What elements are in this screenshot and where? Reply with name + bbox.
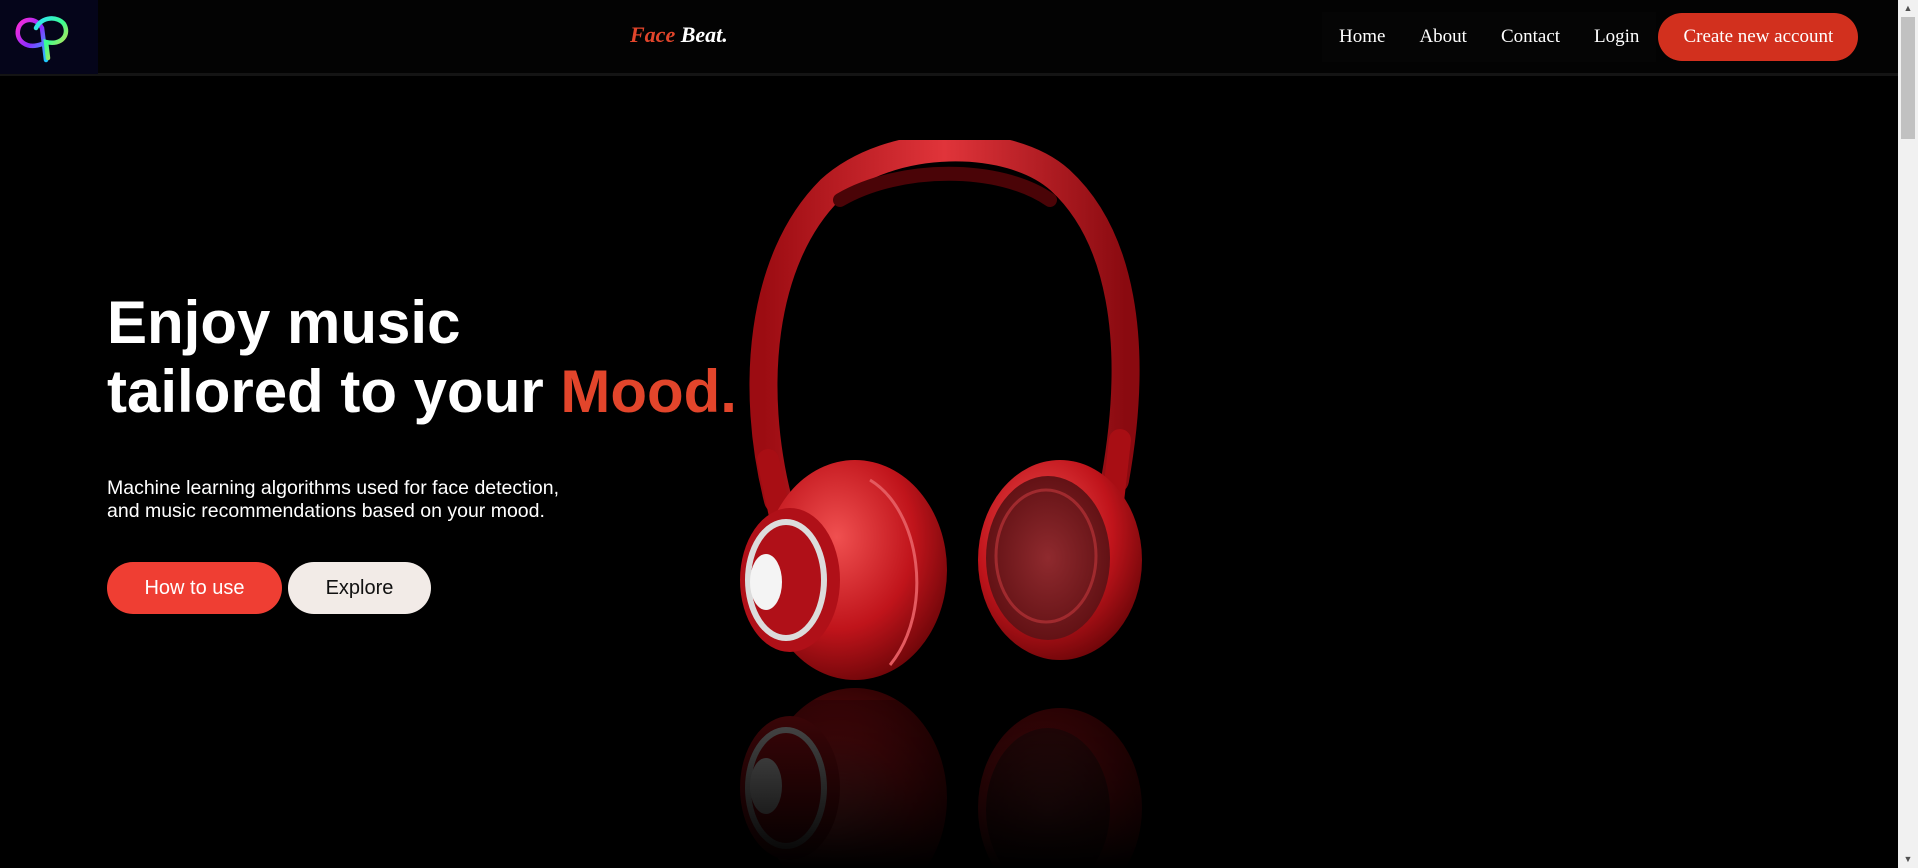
nav-about-link[interactable]: About (1402, 11, 1484, 62)
headline-line-1: Enjoy music (107, 289, 461, 356)
explore-button[interactable]: Explore (288, 562, 431, 614)
top-navbar: Face Beat. Home About Contact Login Crea… (0, 0, 1898, 76)
brand-logo-text[interactable]: Face Beat. (630, 22, 728, 48)
scroll-thumb[interactable] (1901, 17, 1915, 139)
brand-face: Face (630, 22, 676, 47)
hero-headline: Enjoy music tailored to your Mood. (107, 288, 737, 426)
scroll-down-icon[interactable]: ▼ (1898, 851, 1918, 868)
subtitle-line-2: and music recommendations based on your … (107, 500, 545, 522)
brand-beat: Beat. (680, 22, 728, 47)
headphones-image (720, 140, 1220, 868)
hero-subtitle: Machine learning algorithms used for fac… (107, 477, 559, 523)
nav-contact-link[interactable]: Contact (1483, 11, 1578, 62)
subtitle-line-1: Machine learning algorithms used for fac… (107, 477, 560, 499)
create-account-button[interactable]: Create new account (1658, 12, 1859, 61)
how-to-use-button[interactable]: How to use (107, 562, 282, 614)
nav-links: Home About Contact Login Create new acco… (1322, 11, 1859, 62)
scroll-up-icon[interactable]: ▲ (1898, 0, 1918, 17)
headline-accent-word: Mood. (560, 358, 737, 425)
logo[interactable] (0, 0, 98, 74)
vertical-scrollbar[interactable]: ▲ ▼ (1898, 0, 1918, 868)
logo-icon (15, 16, 69, 63)
nav-home-link[interactable]: Home (1322, 11, 1403, 62)
nav-login-link[interactable]: Login (1577, 11, 1657, 62)
headline-line-2: tailored to your (107, 358, 561, 425)
